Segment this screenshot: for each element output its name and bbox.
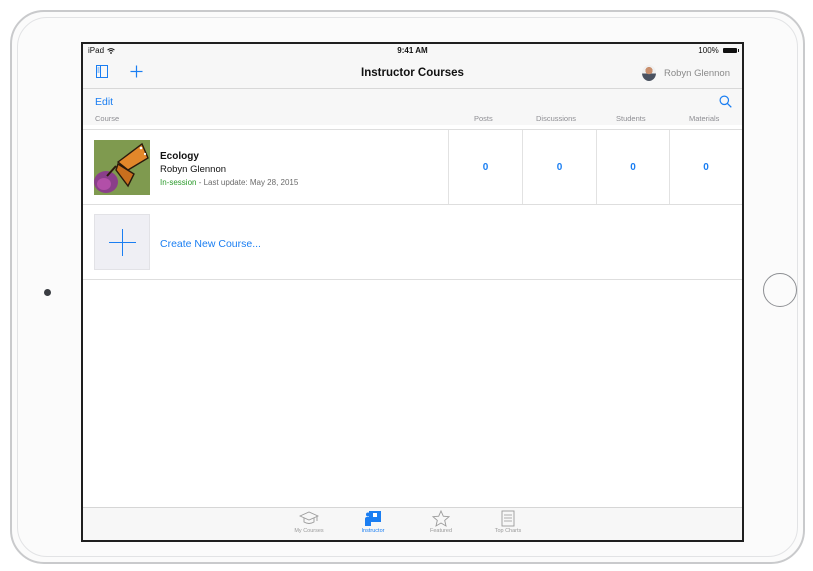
list-icon — [501, 510, 515, 527]
column-header-students: Students — [616, 114, 646, 123]
create-course-button[interactable]: Create New Course... — [160, 238, 261, 250]
tab-instructor[interactable]: Instructor — [348, 510, 398, 534]
navigation-bar: Instructor Courses Robyn Glennon — [83, 58, 742, 89]
create-course-row[interactable]: Create New Course... — [83, 205, 742, 280]
course-thumbnail — [94, 140, 150, 195]
battery-icon — [723, 48, 739, 54]
tab-label: Instructor — [361, 528, 385, 534]
course-list-toolbar: Edit Course Posts Discussions Students M… — [83, 89, 742, 125]
course-instructor: Robyn Glennon — [160, 164, 227, 175]
battery-status: 100% — [698, 46, 739, 55]
tab-label: Featured — [429, 528, 452, 534]
butterfly-image — [94, 140, 150, 195]
edit-button[interactable]: Edit — [95, 96, 113, 108]
graduation-cap-icon — [299, 511, 319, 524]
avatar — [641, 65, 656, 81]
battery-percent: 100% — [698, 46, 719, 55]
user-name: Robyn Glennon — [663, 67, 730, 79]
tab-label: My Courses — [294, 528, 324, 534]
plus-icon-vertical — [122, 229, 123, 256]
status-bar: iPad 9:41 AM 100% — [83, 44, 742, 58]
screen: iPad 9:41 AM 100% Instructor Courses Rob… — [81, 42, 744, 542]
last-update-text: - Last update: May 28, 2015 — [196, 178, 299, 187]
column-header-course: Course — [95, 114, 120, 123]
materials-count[interactable]: 0 — [669, 130, 742, 204]
status-badge: In-session — [160, 178, 197, 187]
tab-featured[interactable]: Featured — [416, 510, 466, 534]
column-header-posts: Posts — [474, 114, 493, 123]
tab-bar: My Courses Instructor Featured Top Chart… — [83, 507, 742, 540]
column-header-discussions: Discussions — [536, 114, 577, 123]
course-title: Ecology — [160, 151, 199, 162]
course-status-line: In-session - Last update: May 28, 2015 — [160, 178, 298, 187]
course-row[interactable]: Ecology Robyn Glennon In-session - Last … — [83, 130, 742, 205]
students-count[interactable]: 0 — [596, 130, 669, 204]
tab-top-charts[interactable]: Top Charts — [483, 510, 533, 534]
tab-my-courses[interactable]: My Courses — [284, 510, 334, 534]
star-icon — [431, 510, 451, 527]
discussions-count[interactable]: 0 — [522, 130, 596, 204]
create-course-tile[interactable] — [94, 214, 150, 270]
instructor-icon — [365, 511, 381, 526]
home-button[interactable] — [763, 273, 797, 307]
user-profile[interactable]: Robyn Glennon — [641, 64, 730, 82]
search-icon[interactable] — [719, 95, 732, 108]
posts-count[interactable]: 0 — [448, 130, 522, 204]
camera-icon — [44, 289, 51, 296]
tab-label: Top Charts — [494, 528, 522, 534]
column-header-materials: Materials — [689, 114, 720, 123]
status-time: 9:41 AM — [397, 46, 428, 55]
